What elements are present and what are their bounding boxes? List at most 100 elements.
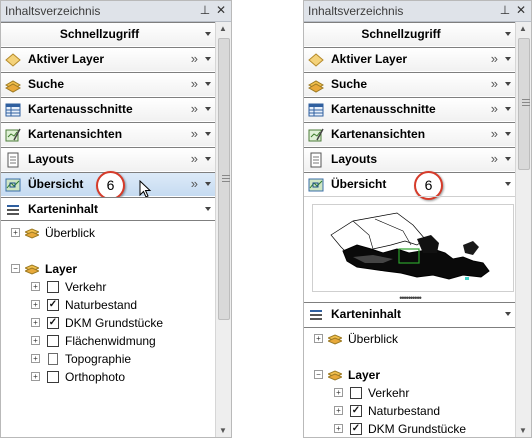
chevron-down-icon[interactable] xyxy=(505,82,511,86)
scrollbar-thumb[interactable] xyxy=(518,38,530,170)
scroll-up-icon[interactable]: ▲ xyxy=(519,24,527,33)
expand-icon[interactable]: + xyxy=(334,388,343,397)
chevron-right-icon[interactable]: » xyxy=(491,51,498,66)
section-schnellzugriff[interactable]: Schnellzugriff xyxy=(304,22,516,46)
tree-item-verkehr[interactable]: + Verkehr xyxy=(1,278,211,296)
chevron-down-icon[interactable] xyxy=(205,82,211,86)
chevron-right-icon[interactable]: » xyxy=(191,51,198,66)
close-icon[interactable]: ✕ xyxy=(215,3,227,17)
chevron-right-icon[interactable]: » xyxy=(191,76,198,91)
chevron-right-icon[interactable]: » xyxy=(191,126,198,141)
visibility-checkbox[interactable]: ✓ xyxy=(350,405,362,417)
chevron-down-icon[interactable] xyxy=(205,32,211,36)
vertical-scrollbar[interactable]: ▲ ▼ xyxy=(215,22,231,437)
raster-visibility-icon[interactable] xyxy=(48,353,58,365)
chevron-right-icon[interactable]: » xyxy=(191,151,198,166)
expand-icon[interactable]: + xyxy=(314,334,323,343)
tree-item-dkm-grundstuecke[interactable]: + ✓ DKM Grundstücke xyxy=(1,314,211,332)
section-layouts[interactable]: Layouts » xyxy=(1,147,216,171)
collapse-icon[interactable]: − xyxy=(11,264,20,273)
section-label: Suche xyxy=(331,77,368,91)
scroll-down-icon[interactable]: ▼ xyxy=(519,426,527,435)
close-icon[interactable]: ✕ xyxy=(515,3,527,17)
chevron-down-icon[interactable] xyxy=(505,157,511,161)
chevron-down-icon[interactable] xyxy=(505,32,511,36)
tree-item-verkehr[interactable]: + Verkehr xyxy=(304,384,514,402)
chevron-down-icon[interactable] xyxy=(205,207,211,211)
visibility-checkbox[interactable]: ✓ xyxy=(47,317,59,329)
chevron-down-icon[interactable] xyxy=(205,132,211,136)
scroll-down-icon[interactable]: ▼ xyxy=(219,426,227,435)
section-schnellzugriff[interactable]: Schnellzugriff xyxy=(1,22,216,46)
expand-icon[interactable]: + xyxy=(31,372,40,381)
tree-item-layer[interactable]: − Layer xyxy=(1,260,211,278)
chevron-right-icon[interactable]: » xyxy=(491,126,498,141)
map-edit-icon xyxy=(5,128,21,142)
section-kartenansichten[interactable]: Kartenansichten » xyxy=(304,122,516,146)
chevron-right-icon[interactable]: » xyxy=(191,101,198,116)
chevron-down-icon[interactable] xyxy=(505,132,511,136)
tree-item-dkm-grundstuecke[interactable]: + ✓ DKM Grundstücke xyxy=(304,420,514,437)
section-layouts[interactable]: Layouts » xyxy=(304,147,516,171)
visibility-checkbox[interactable] xyxy=(350,387,362,399)
section-label: Aktiver Layer xyxy=(28,52,105,66)
splitter-handle[interactable]: •••••••••• xyxy=(304,293,516,303)
visibility-checkbox[interactable] xyxy=(47,335,59,347)
chevron-down-icon[interactable] xyxy=(205,157,211,161)
layers-icon xyxy=(25,228,39,239)
visibility-checkbox[interactable] xyxy=(47,371,59,383)
visibility-checkbox[interactable]: ✓ xyxy=(350,423,362,435)
section-karteninhalt[interactable]: Karteninhalt xyxy=(1,197,216,221)
section-aktiver-layer[interactable]: Aktiver Layer » xyxy=(1,47,216,71)
expand-icon[interactable]: + xyxy=(31,318,40,327)
expand-icon[interactable]: + xyxy=(31,354,40,363)
overview-map[interactable] xyxy=(312,204,514,292)
section-label: Aktiver Layer xyxy=(331,52,408,66)
tree-item-orthophoto[interactable]: + Orthophoto xyxy=(1,368,211,386)
expand-icon[interactable]: + xyxy=(31,282,40,291)
tree-item-flaechenwidmung[interactable]: + Flächenwidmung xyxy=(1,332,211,350)
expand-icon[interactable]: + xyxy=(334,406,343,415)
visibility-checkbox[interactable]: ✓ xyxy=(47,299,59,311)
chevron-down-icon[interactable] xyxy=(505,107,511,111)
chevron-right-icon[interactable]: » xyxy=(491,151,498,166)
pin-icon[interactable]: ⊥ xyxy=(199,3,211,17)
tree-item-ueberblick[interactable]: + Überblick xyxy=(304,330,514,348)
visibility-checkbox[interactable] xyxy=(47,281,59,293)
expand-icon[interactable]: + xyxy=(31,300,40,309)
tree-item-naturbestand[interactable]: + ✓ Naturbestand xyxy=(304,402,514,420)
scrollbar-thumb[interactable] xyxy=(218,38,230,320)
tree-item-ueberblick[interactable]: + Überblick xyxy=(1,224,211,242)
collapse-icon[interactable]: − xyxy=(314,370,323,379)
chevron-down-icon[interactable] xyxy=(205,107,211,111)
section-uebersicht[interactable]: Übersicht xyxy=(304,172,516,196)
layers-icon xyxy=(328,370,342,381)
overview-map-canvas xyxy=(330,212,490,280)
chevron-right-icon[interactable]: » xyxy=(491,76,498,91)
section-kartenausschnitte[interactable]: Kartenausschnitte » xyxy=(304,97,516,121)
tree-item-naturbestand[interactable]: + ✓ Naturbestand xyxy=(1,296,211,314)
expand-icon[interactable]: + xyxy=(31,336,40,345)
chevron-down-icon[interactable] xyxy=(205,182,211,186)
scroll-up-icon[interactable]: ▲ xyxy=(219,24,227,33)
vertical-scrollbar[interactable]: ▲ ▼ xyxy=(515,22,531,437)
section-kartenansichten[interactable]: Kartenansichten » xyxy=(1,122,216,146)
section-karteninhalt[interactable]: Karteninhalt xyxy=(304,303,516,327)
pin-icon[interactable]: ⊥ xyxy=(499,3,511,17)
tree-label: Überblick xyxy=(45,226,96,240)
expand-icon[interactable]: + xyxy=(334,424,343,433)
chevron-right-icon[interactable]: » xyxy=(491,101,498,116)
chevron-right-icon[interactable]: » xyxy=(191,176,198,191)
panel-titlebar: Inhaltsverzeichnis ⊥ ✕ xyxy=(1,1,231,22)
chevron-down-icon[interactable] xyxy=(505,182,511,186)
section-kartenausschnitte[interactable]: Kartenausschnitte » xyxy=(1,97,216,121)
chevron-down-icon[interactable] xyxy=(505,312,511,316)
section-suche[interactable]: Suche » xyxy=(1,72,216,96)
tree-item-layer[interactable]: − Layer xyxy=(304,366,514,384)
expand-icon[interactable]: + xyxy=(11,228,20,237)
tree-item-topographie[interactable]: + Topographie xyxy=(1,350,211,368)
chevron-down-icon[interactable] xyxy=(205,57,211,61)
section-aktiver-layer[interactable]: Aktiver Layer » xyxy=(304,47,516,71)
chevron-down-icon[interactable] xyxy=(505,57,511,61)
section-suche[interactable]: Suche » xyxy=(304,72,516,96)
